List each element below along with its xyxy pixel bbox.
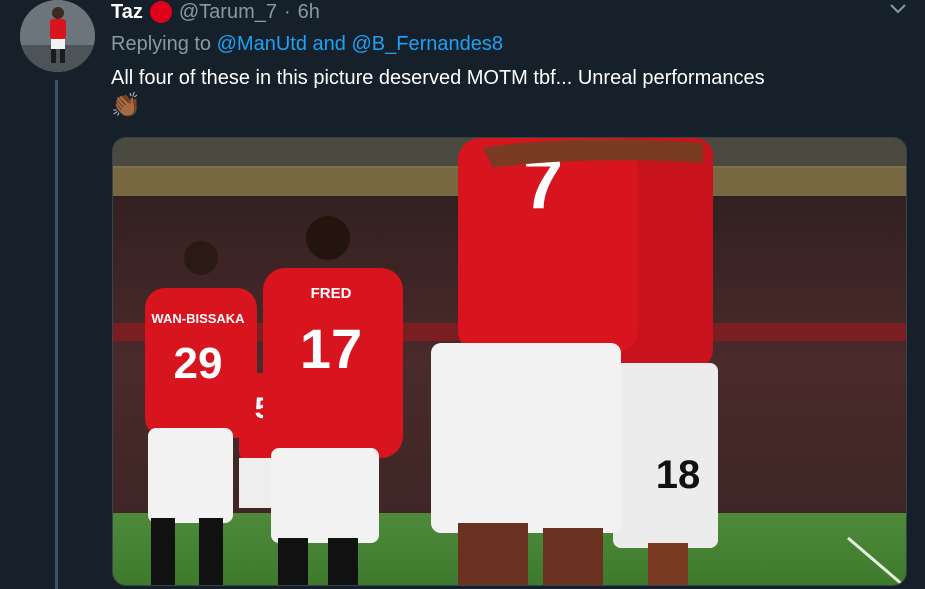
clapping-hands-icon: 👏🏾	[111, 92, 141, 119]
svg-text:18: 18	[656, 453, 701, 497]
author-handle[interactable]: @Tarum_7	[179, 1, 277, 24]
red-circle-badge-icon	[149, 1, 172, 23]
dot-separator: ·	[283, 0, 291, 23]
tweet-text: All four of these in this picture deserv…	[111, 67, 765, 89]
tweet-time[interactable]: 6h	[298, 1, 320, 24]
tweet-header: Taz @Tarum_7 · 6h	[111, 0, 320, 24]
author-name[interactable]: Taz	[111, 1, 143, 24]
thread-line	[55, 80, 58, 589]
svg-text:29: 29	[174, 339, 223, 388]
svg-text:17: 17	[300, 317, 362, 380]
svg-text:WAN-BISSAKA: WAN-BISSAKA	[151, 311, 245, 326]
mention-b-fernandes[interactable]: @B_Fernandes8	[351, 33, 503, 55]
avatar[interactable]	[20, 0, 95, 72]
tweet-media-image[interactable]: WAN-BISSAKA 29 5 FRED 17 18	[112, 137, 907, 586]
mention-manutd[interactable]: @ManUtd	[217, 33, 307, 55]
mention-and[interactable]: and	[313, 33, 346, 55]
replying-to: Replying to @ManUtd and @B_Fernandes8	[111, 33, 503, 56]
replying-prefix: Replying to	[111, 33, 212, 55]
avatar-image	[20, 0, 95, 72]
chevron-down-icon[interactable]	[889, 2, 907, 16]
photo-football-players: WAN-BISSAKA 29 5 FRED 17 18	[113, 138, 906, 585]
svg-text:FRED: FRED	[311, 285, 352, 302]
